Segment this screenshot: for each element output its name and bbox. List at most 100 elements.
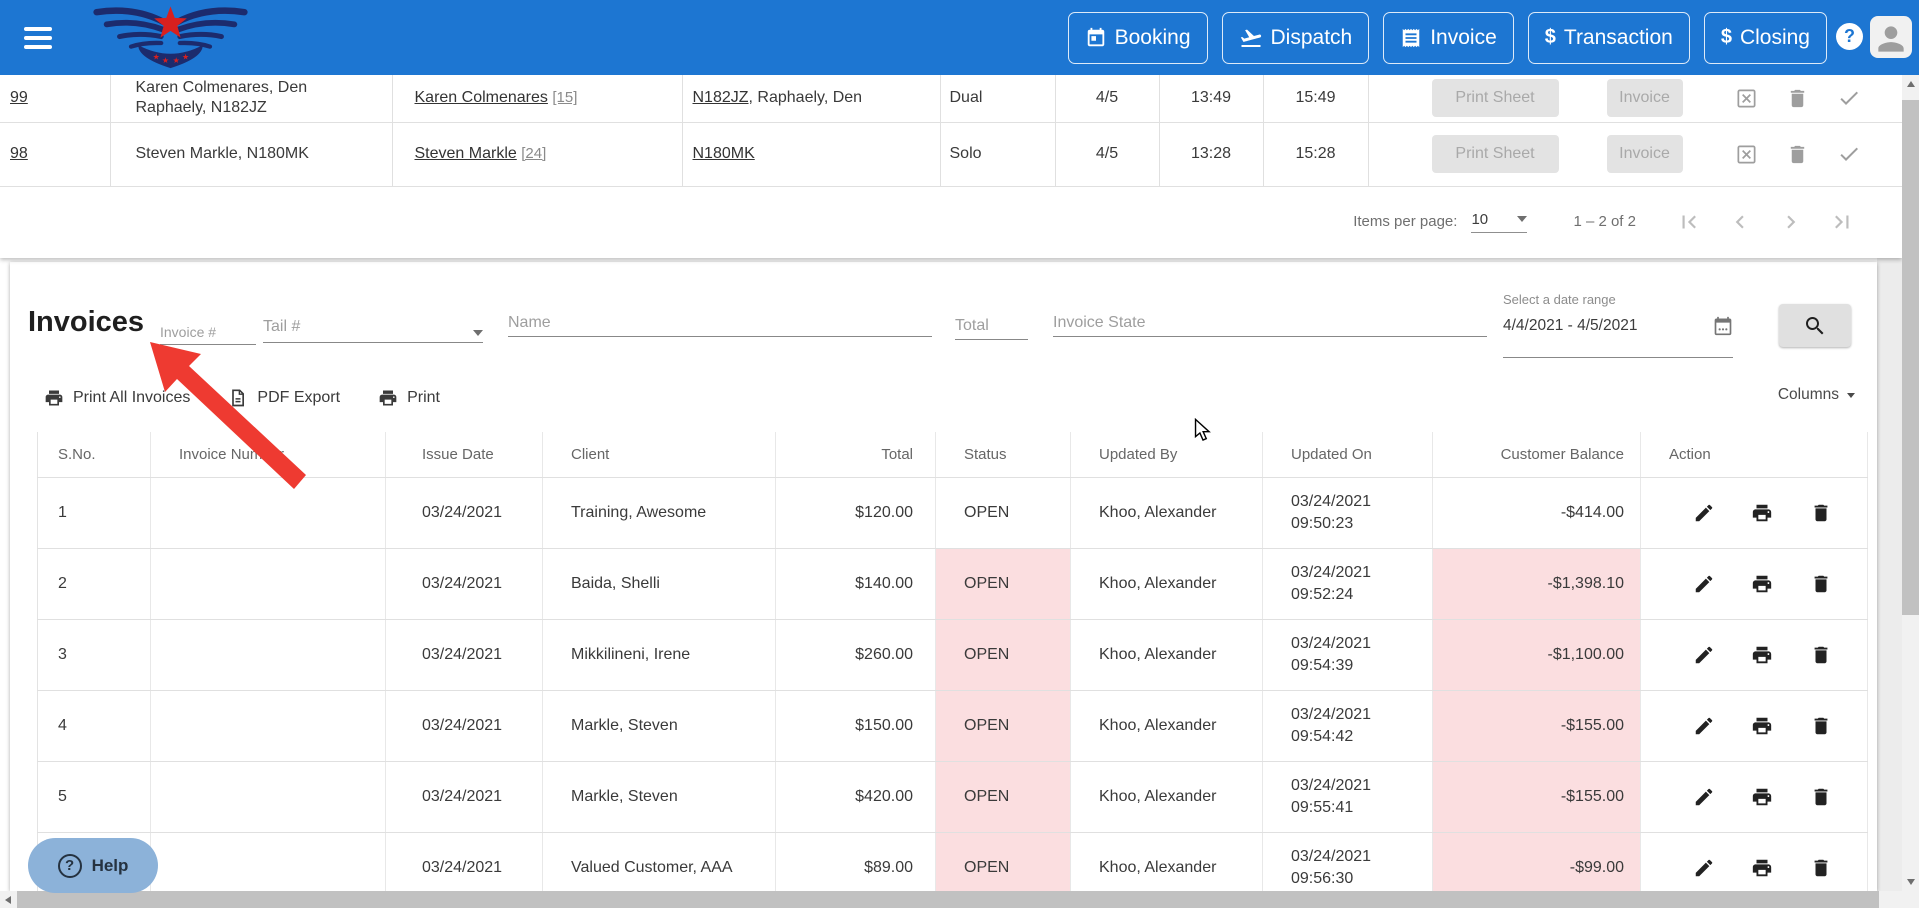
print-sheet-button[interactable]: Print Sheet bbox=[1432, 79, 1559, 117]
cell-updated-on: 03/24/202109:52:24 bbox=[1263, 548, 1433, 619]
booking-end-time: 15:49 bbox=[1295, 89, 1335, 106]
top-navigation-bar: ★ ★ ★ ★ Booking Dispatch Invoice $ Trans… bbox=[0, 0, 1919, 75]
pencil-icon bbox=[1693, 502, 1715, 524]
cell-invoice-number bbox=[151, 619, 386, 690]
delete-icon[interactable] bbox=[1786, 143, 1809, 166]
scroll-up-arrow-icon[interactable] bbox=[1907, 81, 1915, 87]
last-page-icon[interactable] bbox=[1829, 209, 1855, 235]
cell-issue-date: 03/24/2021 bbox=[386, 832, 543, 891]
nav-invoice-button[interactable]: Invoice bbox=[1383, 12, 1514, 64]
nav-transaction-button[interactable]: $ Transaction bbox=[1528, 12, 1690, 64]
name-input[interactable] bbox=[508, 314, 932, 336]
nav-dispatch-button[interactable]: Dispatch bbox=[1222, 12, 1370, 64]
user-avatar[interactable] bbox=[1870, 16, 1912, 58]
scroll-down-arrow-icon[interactable] bbox=[1907, 879, 1915, 885]
print-invoice-button[interactable] bbox=[1751, 573, 1773, 595]
cell-updated-by: Khoo, Alexander bbox=[1071, 832, 1263, 891]
print-invoice-button[interactable] bbox=[1751, 786, 1773, 808]
svg-text:★: ★ bbox=[182, 52, 189, 61]
vertical-scrollbar-thumb[interactable] bbox=[1902, 100, 1919, 615]
invoice-button[interactable]: Invoice bbox=[1607, 79, 1683, 117]
cell-issue-date: 03/24/2021 bbox=[386, 690, 543, 761]
pdf-icon bbox=[228, 388, 248, 408]
name-field-wrap bbox=[508, 314, 932, 337]
delete-invoice-button[interactable] bbox=[1810, 857, 1832, 879]
invoice-button[interactable]: Invoice bbox=[1607, 135, 1683, 173]
edit-invoice-button[interactable] bbox=[1693, 644, 1715, 666]
print-button[interactable]: Print bbox=[378, 388, 440, 408]
delete-invoice-button[interactable] bbox=[1810, 644, 1832, 666]
dollar-icon: $ bbox=[1721, 26, 1732, 49]
nav-invoice-label: Invoice bbox=[1430, 26, 1497, 50]
chevron-down-icon bbox=[1847, 393, 1855, 398]
search-button[interactable] bbox=[1779, 304, 1851, 347]
delete-icon[interactable] bbox=[1786, 87, 1809, 110]
person-icon bbox=[1872, 20, 1910, 58]
delete-invoice-button[interactable] bbox=[1810, 715, 1832, 737]
invoice-number-input[interactable] bbox=[160, 324, 256, 344]
print-all-invoices-button[interactable]: Print All Invoices bbox=[44, 388, 190, 408]
paginator: Items per page: 10 1 – 2 of 2 bbox=[0, 186, 1902, 257]
columns-dropdown[interactable]: Columns bbox=[1778, 386, 1855, 404]
cell-sno: 4 bbox=[38, 690, 151, 761]
print-invoice-button[interactable] bbox=[1751, 857, 1773, 879]
booking-client-count[interactable]: [24] bbox=[521, 145, 546, 162]
calendar-icon[interactable] bbox=[1713, 316, 1733, 336]
scroll-left-arrow-icon[interactable] bbox=[5, 896, 11, 904]
invoice-state-input[interactable] bbox=[1053, 314, 1487, 336]
tail-number-placeholder: Tail # bbox=[263, 318, 300, 336]
print-invoice-button[interactable] bbox=[1751, 715, 1773, 737]
edit-invoice-button[interactable] bbox=[1693, 786, 1715, 808]
edit-invoice-button[interactable] bbox=[1693, 502, 1715, 524]
cell-total: $150.00 bbox=[776, 690, 936, 761]
items-per-page-select[interactable]: 10 bbox=[1471, 211, 1527, 233]
nav-closing-button[interactable]: $ Closing bbox=[1704, 12, 1827, 64]
booking-aircraft-link[interactable]: N180MK bbox=[693, 145, 755, 162]
edit-invoice-button[interactable] bbox=[1693, 857, 1715, 879]
booking-start-time: 13:28 bbox=[1191, 145, 1231, 162]
edit-invoice-button[interactable] bbox=[1693, 715, 1715, 737]
booking-client-link[interactable]: Karen Colmenares bbox=[415, 89, 548, 106]
date-range-picker[interactable]: Select a date range 4/4/2021 - 4/5/2021 bbox=[1503, 292, 1733, 358]
cell-updated-on: 03/24/202109:54:39 bbox=[1263, 619, 1433, 690]
delete-invoice-button[interactable] bbox=[1810, 573, 1832, 595]
flight-takeoff-icon bbox=[1239, 26, 1263, 50]
booking-aircraft-link[interactable]: N182JZ bbox=[693, 89, 749, 106]
pencil-icon bbox=[1693, 644, 1715, 666]
tail-number-select[interactable]: Tail # bbox=[263, 318, 483, 343]
pdf-export-button[interactable]: PDF Export bbox=[228, 388, 340, 408]
checkin-icon[interactable] bbox=[1837, 86, 1861, 110]
delete-invoice-button[interactable] bbox=[1810, 502, 1832, 524]
nav-booking-button[interactable]: Booking bbox=[1068, 12, 1208, 64]
print-invoice-button[interactable] bbox=[1751, 502, 1773, 524]
previous-page-icon[interactable] bbox=[1727, 209, 1753, 235]
help-button[interactable]: ? Help bbox=[28, 838, 158, 893]
cancel-box-icon[interactable] bbox=[1735, 87, 1758, 110]
vertical-scrollbar[interactable] bbox=[1902, 75, 1919, 891]
cancel-box-icon[interactable] bbox=[1735, 143, 1758, 166]
booking-resources: Karen Colmenares, Den Raphaely, N182JZ bbox=[136, 79, 308, 116]
printer-icon bbox=[1751, 644, 1773, 666]
delete-invoice-button[interactable] bbox=[1810, 786, 1832, 808]
print-sheet-button[interactable]: Print Sheet bbox=[1432, 135, 1559, 173]
help-icon[interactable]: ? bbox=[1836, 23, 1863, 50]
next-page-icon[interactable] bbox=[1778, 209, 1804, 235]
horizontal-scrollbar[interactable] bbox=[0, 891, 1902, 908]
columns-label: Columns bbox=[1778, 386, 1839, 404]
booking-id-link[interactable]: 98 bbox=[10, 145, 28, 162]
booking-client-link[interactable]: Steven Markle bbox=[415, 145, 517, 162]
print-invoice-button[interactable] bbox=[1751, 644, 1773, 666]
checkin-icon[interactable] bbox=[1837, 142, 1861, 166]
booking-id-link[interactable]: 99 bbox=[10, 89, 28, 106]
menu-icon[interactable] bbox=[24, 27, 54, 49]
pencil-icon bbox=[1693, 715, 1715, 737]
cell-action bbox=[1641, 690, 1868, 761]
booking-client-count[interactable]: [15] bbox=[552, 89, 577, 106]
cell-issue-date: 03/24/2021 bbox=[386, 477, 543, 548]
horizontal-scrollbar-thumb[interactable] bbox=[17, 891, 1879, 908]
total-input[interactable] bbox=[955, 317, 1028, 339]
header-updated-by: Updated By bbox=[1071, 432, 1263, 477]
edit-invoice-button[interactable] bbox=[1693, 573, 1715, 595]
date-range-label: Select a date range bbox=[1503, 292, 1733, 307]
first-page-icon[interactable] bbox=[1676, 209, 1702, 235]
